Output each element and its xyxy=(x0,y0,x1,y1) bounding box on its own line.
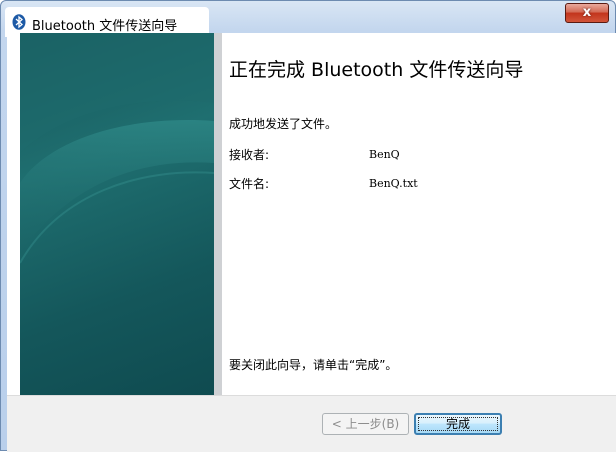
banner-separator xyxy=(214,33,222,395)
window-title: Bluetooth 文件传送向导 xyxy=(32,19,178,34)
title-bar[interactable]: Bluetooth 文件传送向导 x xyxy=(1,1,615,37)
receiver-label: 接收者: xyxy=(229,148,270,162)
finish-button-label: 完成 xyxy=(445,417,470,431)
wizard-heading: 正在完成 Bluetooth 文件传送向导 xyxy=(229,59,524,81)
closing-instruction: 要关闭此向导，请单击“完成”。 xyxy=(229,358,398,372)
wizard-side-banner xyxy=(20,33,214,395)
back-button[interactable]: < 上一步(B) xyxy=(322,413,409,435)
banner-graphic xyxy=(20,33,214,264)
back-button-label: < 上一步(B) xyxy=(331,417,400,431)
close-icon[interactable]: x xyxy=(566,4,608,22)
finish-button[interactable]: 完成 xyxy=(414,413,502,435)
filename-value: BenQ.txt xyxy=(369,177,418,190)
wizard-client-area: 正在完成 Bluetooth 文件传送向导 成功地发送了文件。 接收者: Ben… xyxy=(7,33,616,452)
success-message: 成功地发送了文件。 xyxy=(229,117,338,131)
wizard-window: Bluetooth 文件传送向导 x 正在完成 Bluetooth 文件传送向导 xyxy=(0,0,616,452)
filename-label: 文件名: xyxy=(229,177,270,191)
bluetooth-icon xyxy=(12,14,26,30)
button-bar: < 上一步(B) 完成 xyxy=(7,395,616,452)
close-button[interactable]: x xyxy=(565,3,609,23)
receiver-value: BenQ xyxy=(369,148,400,161)
